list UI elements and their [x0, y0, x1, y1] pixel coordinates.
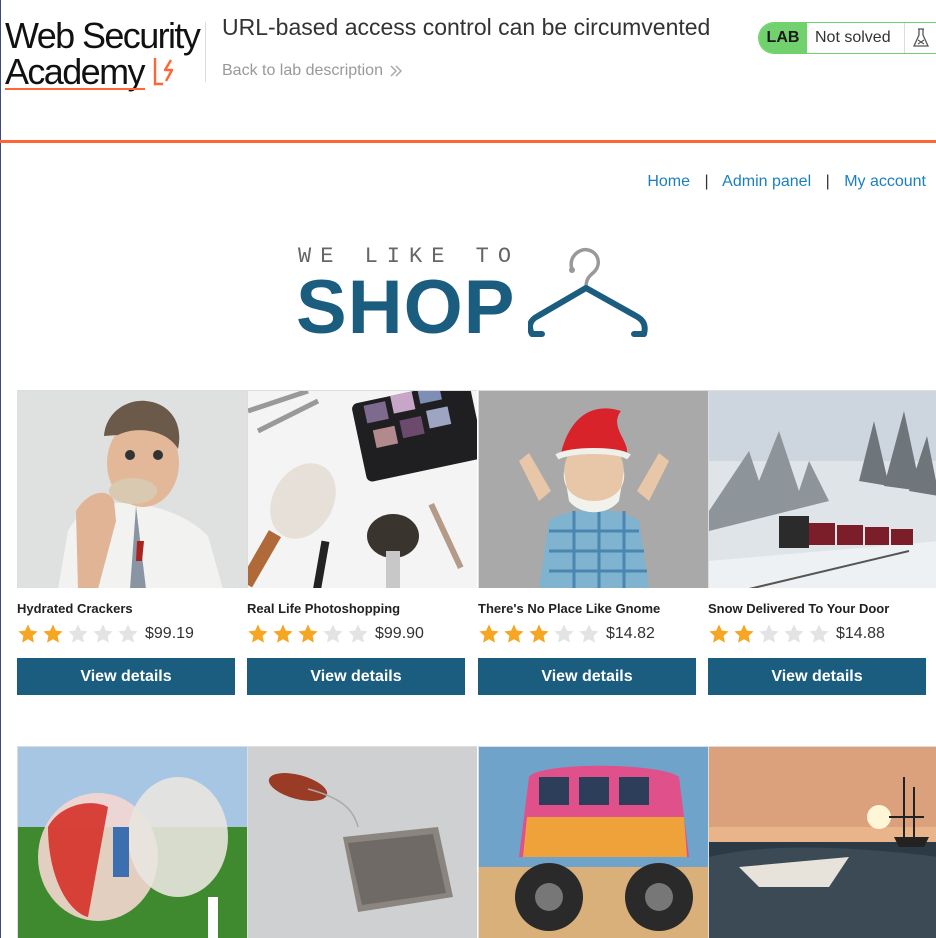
nav-admin-panel-link[interactable]: Admin panel — [722, 173, 811, 190]
star-empty-icon — [809, 624, 829, 643]
product-card — [17, 746, 247, 938]
lab-solved-state: Not solved — [807, 23, 904, 53]
logo-underline — [5, 88, 145, 90]
shop-banner: WE LIKE TO SHOP — [296, 244, 656, 348]
star-empty-icon — [118, 624, 138, 643]
product-image — [17, 390, 247, 588]
banner-title: SHOP — [296, 265, 516, 350]
star-filled-icon — [273, 624, 293, 643]
flask-icon — [912, 28, 930, 47]
star-filled-icon — [479, 624, 499, 643]
product-rating: $14.82 — [478, 622, 696, 646]
star-empty-icon — [93, 624, 113, 643]
product-card — [708, 746, 936, 938]
product-title: Snow Delivered To Your Door — [708, 601, 890, 616]
star-filled-icon — [709, 624, 729, 643]
back-to-lab-description-link[interactable]: Back to lab description — [222, 62, 403, 80]
star-filled-icon — [18, 624, 38, 643]
product-title: Hydrated Crackers — [17, 601, 133, 616]
product-image — [708, 390, 936, 588]
back-link-label: Back to lab description — [222, 62, 383, 79]
product-title: Real Life Photoshopping — [247, 601, 401, 616]
lab-title: URL-based access control can be circumve… — [222, 14, 711, 40]
product-card — [478, 746, 708, 938]
product-price: $99.90 — [375, 625, 424, 642]
lab-header: Web Security Academy URL-based access co… — [0, 0, 936, 143]
product-price: $14.82 — [606, 625, 655, 642]
product-title: There's No Place Like Gnome — [478, 601, 661, 616]
view-details-button[interactable]: View details — [708, 658, 926, 695]
star-empty-icon — [759, 624, 779, 643]
top-navigation: Home | Admin panel | My account — [647, 173, 926, 191]
product-rating: $14.88 — [708, 622, 926, 646]
star-empty-icon — [554, 624, 574, 643]
star-empty-icon — [68, 624, 88, 643]
nav-separator: | — [825, 173, 830, 190]
star-rating — [478, 623, 603, 645]
star-rating — [17, 623, 142, 645]
nav-home-link[interactable]: Home — [647, 173, 690, 190]
star-empty-icon — [579, 624, 599, 643]
header-accent-rule — [0, 140, 936, 143]
nav-my-account-link[interactable]: My account — [844, 173, 926, 190]
star-rating — [247, 623, 372, 645]
lab-status-widget: LAB Not solved — [758, 22, 936, 54]
product-rating: $99.19 — [17, 622, 235, 646]
product-image — [247, 390, 477, 588]
header-divider — [205, 22, 206, 82]
view-details-button[interactable]: View details — [17, 658, 235, 695]
logo-text-line2: Academy — [5, 51, 145, 92]
lightning-bolt-icon — [153, 58, 174, 86]
star-empty-icon — [784, 624, 804, 643]
star-filled-icon — [248, 624, 268, 643]
product-card — [247, 746, 477, 938]
product-price: $14.88 — [836, 625, 885, 642]
star-filled-icon — [529, 624, 549, 643]
view-details-button[interactable]: View details — [247, 658, 465, 695]
product-card: Hydrated Crackers $99.19 View details — [17, 390, 247, 695]
web-security-academy-logo[interactable]: Web Security Academy — [5, 14, 205, 94]
star-filled-icon — [504, 624, 524, 643]
product-image — [478, 390, 708, 588]
product-image — [247, 746, 477, 938]
star-filled-icon — [734, 624, 754, 643]
product-price: $99.19 — [145, 625, 194, 642]
product-card: Snow Delivered To Your Door $14.88 View … — [708, 390, 936, 695]
star-empty-icon — [348, 624, 368, 643]
hanger-icon — [528, 247, 648, 337]
star-filled-icon — [298, 624, 318, 643]
view-details-button[interactable]: View details — [478, 658, 696, 695]
product-image — [708, 746, 936, 938]
product-rating: $99.90 — [247, 622, 465, 646]
nav-separator: | — [704, 173, 709, 190]
double-chevron-right-icon — [390, 65, 403, 77]
flask-button[interactable] — [904, 23, 936, 53]
star-empty-icon — [323, 624, 343, 643]
product-card: There's No Place Like Gnome $14.82 View … — [478, 390, 708, 695]
star-rating — [708, 623, 833, 645]
product-image — [478, 746, 708, 938]
star-filled-icon — [43, 624, 63, 643]
product-card: Real Life Photoshopping $99.90 View deta… — [247, 390, 477, 695]
logo-text-line1: Web Security — [5, 15, 201, 56]
product-image — [17, 746, 247, 938]
lab-badge: LAB — [759, 23, 807, 53]
